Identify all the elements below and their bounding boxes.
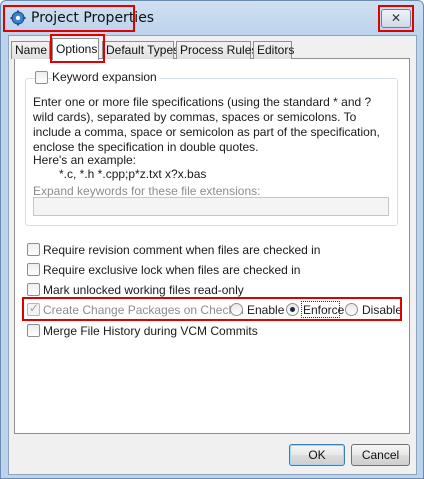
require-lock-checkbox[interactable]: [27, 263, 40, 276]
tab-editors[interactable]: Editors: [253, 41, 294, 59]
close-highlight: [378, 5, 414, 32]
keyword-expansion-label[interactable]: Keyword expansion: [52, 70, 160, 84]
extensions-input[interactable]: [33, 197, 389, 216]
example-text: *.c, *.h *.cpp;p*z.txt x?x.bas: [59, 167, 207, 181]
keyword-expansion-checkbox[interactable]: [35, 71, 48, 84]
cancel-button[interactable]: Cancel: [351, 444, 410, 466]
merge-history-label[interactable]: Merge File History during VCM Commits: [43, 324, 258, 338]
keyword-description: Enter one or more file specifications (u…: [33, 95, 380, 154]
options-tab-highlight: [50, 34, 105, 63]
extensions-label: Expand keywords for these file extension…: [33, 184, 261, 198]
tab-name[interactable]: Name: [11, 41, 50, 59]
mark-readonly-checkbox[interactable]: [27, 283, 40, 296]
tab-process-rules[interactable]: Process Rules: [176, 41, 257, 59]
require-lock-label[interactable]: Require exclusive lock when files are ch…: [43, 263, 300, 277]
tab-default-types[interactable]: Default Types: [102, 41, 179, 59]
example-label: Here's an example:: [33, 153, 137, 167]
ok-button[interactable]: OK: [289, 444, 345, 466]
title-highlight: [3, 5, 135, 32]
change-packages-highlight: [22, 297, 402, 321]
mark-readonly-label[interactable]: Mark unlocked working files read-only: [43, 283, 244, 297]
require-comment-label[interactable]: Require revision comment when files are …: [43, 243, 320, 257]
require-comment-checkbox[interactable]: [27, 243, 40, 256]
merge-history-checkbox[interactable]: [27, 324, 40, 337]
